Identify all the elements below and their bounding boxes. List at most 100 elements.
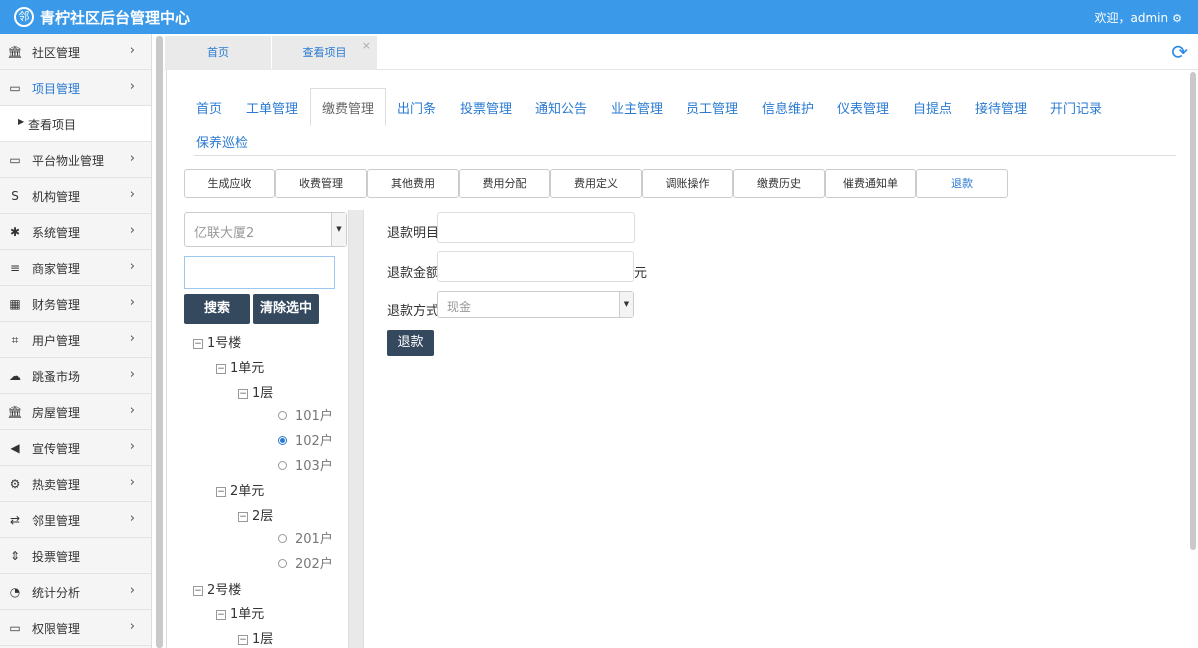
subtab-charge-management[interactable]: 收费管理 (275, 169, 367, 198)
collapse-icon[interactable]: − (238, 635, 248, 645)
tree-leaf-room[interactable]: 201户 (278, 528, 333, 547)
tree-node-unit[interactable]: −2单元 (216, 480, 264, 499)
sidebar-item[interactable]: ⚙ 热卖管理 › (0, 466, 151, 502)
tree-leaf-room[interactable]: 101户 (278, 405, 333, 424)
subtab-other-fees[interactable]: 其他费用 (367, 169, 459, 198)
tree-node-building[interactable]: −1号楼 (193, 332, 241, 351)
subtab-reminder-notice[interactable]: 催费通知单 (825, 169, 916, 198)
user-menu[interactable]: 欢迎，admin ⚙ (1095, 9, 1182, 26)
tree-node-label: 1单元 (230, 361, 265, 376)
chevron-right-icon: › (129, 511, 135, 526)
sidebar-item[interactable]: ⌗ 用户管理 › (0, 322, 151, 358)
sidebar-item[interactable]: ◔ 统计分析 › (0, 574, 151, 610)
collapse-icon[interactable]: − (193, 586, 203, 596)
tree-node-building[interactable]: −2号楼 (193, 579, 241, 598)
nav-tab-owners[interactable]: 业主管理 (611, 98, 663, 117)
nav-tab-voting[interactable]: 投票管理 (460, 98, 512, 117)
sidebar-item[interactable]: 🏛 房屋管理 › (0, 394, 151, 430)
retweet-icon: ⇄ (9, 513, 21, 527)
radio-icon[interactable] (278, 534, 287, 543)
nav-tab-maintenance[interactable]: 保养巡检 (196, 132, 248, 151)
radio-icon[interactable] (278, 559, 287, 568)
search-button[interactable]: 搜索 (184, 294, 250, 324)
tree-leaf-room-selected[interactable]: 102户 (278, 430, 333, 449)
collapse-icon[interactable]: − (216, 364, 226, 374)
sidebar: 🏛 社区管理 › ▭ 项目管理 › ▶ 查看项目 ▭ 平台物业管理 › S 机构管理 › ✱ 系统管理 › ≡ 商家… (0, 34, 152, 648)
nav-tab-notice[interactable]: 通知公告 (535, 98, 587, 117)
sidebar-item[interactable]: ⇕ 投票管理 (0, 538, 151, 574)
desktop-icon: ▭ (9, 621, 21, 635)
collapse-icon[interactable]: − (216, 610, 226, 620)
nav-tab-work-order[interactable]: 工单管理 (246, 98, 298, 117)
collapse-icon[interactable]: − (238, 389, 248, 399)
clear-selection-button[interactable]: 清除选中 (253, 294, 319, 324)
sidebar-item[interactable]: S 机构管理 › (0, 178, 151, 214)
refund-submit-button[interactable]: 退款 (387, 330, 434, 356)
sidebar-item[interactable]: ▭ 平台物业管理 › (0, 142, 151, 178)
refund-item-input[interactable] (437, 212, 635, 243)
sidebar-scrollbar-thumb[interactable] (156, 36, 163, 648)
refund-method-select[interactable]: 现金 ▼ (437, 291, 634, 318)
app-logo-icon: 邻 (14, 7, 34, 27)
radio-icon[interactable] (278, 461, 287, 470)
nav-tab-payment[interactable]: 缴费管理 (310, 88, 387, 126)
sidebar-item-label: 权限管理 (32, 622, 81, 636)
sidebar-item[interactable]: ☁ 跳蚤市场 › (0, 358, 151, 394)
tree-node-floor[interactable]: −1层 (238, 628, 273, 647)
sidebar-subitem[interactable]: ▶ 查看项目 (0, 106, 151, 142)
tree-leaf-room[interactable]: 103户 (278, 455, 333, 474)
gear-icon[interactable]: ⚙ (1172, 12, 1182, 25)
panel-splitter[interactable] (348, 210, 364, 648)
sidebar-item[interactable]: ▭ 权限管理 › (0, 610, 151, 646)
sidebar-item[interactable]: ⇄ 邻里管理 › (0, 502, 151, 538)
nav-tab-home[interactable]: 首页 (196, 98, 222, 117)
sidebar-item[interactable]: 🏛 社区管理 › (0, 34, 151, 70)
sidebar-item[interactable]: ✱ 系统管理 › (0, 214, 151, 250)
content-scrollbar[interactable] (1187, 70, 1198, 648)
refresh-icon[interactable]: ⟳ (1171, 40, 1188, 64)
tree-leaf-room[interactable]: 202户 (278, 553, 333, 572)
sidebar-item[interactable]: ▭ 项目管理 › (0, 70, 151, 106)
cloud-icon: ☁ (9, 369, 21, 383)
refund-amount-input[interactable] (437, 251, 634, 282)
nav-tab-exit-pass[interactable]: 出门条 (397, 98, 436, 117)
close-icon[interactable]: × (362, 29, 371, 63)
subtab-fee-definition[interactable]: 费用定义 (550, 169, 642, 198)
nav-tab-info[interactable]: 信息维护 (762, 98, 814, 117)
sidebar-item-label: 查看项目 (28, 118, 77, 132)
chevron-down-icon[interactable]: ▼ (619, 292, 633, 317)
nav-tabs: 首页 工单管理 缴费管理 出门条 投票管理 通知公告 业主管理 员工管理 信息维… (194, 88, 1176, 156)
tab-view-project[interactable]: 查看项目 × (272, 36, 377, 70)
tree-node-floor[interactable]: −1层 (238, 382, 273, 401)
chevron-right-icon: › (129, 151, 135, 166)
content-scrollbar-thumb[interactable] (1190, 72, 1196, 550)
nav-tab-meters[interactable]: 仪表管理 (837, 98, 889, 117)
sidebar-item[interactable]: ▦ 财务管理 › (0, 286, 151, 322)
subtab-fee-allocation[interactable]: 费用分配 (459, 169, 550, 198)
radio-selected-icon[interactable] (278, 436, 287, 445)
collapse-icon[interactable]: − (216, 487, 226, 497)
tree-search-input[interactable] (184, 256, 335, 289)
chevron-down-icon[interactable]: ▼ (331, 213, 346, 246)
subtab-generate-receivable[interactable]: 生成应收 (184, 169, 275, 198)
subtab-account-adjust[interactable]: 调账操作 (642, 169, 733, 198)
tree-node-unit[interactable]: −1单元 (216, 603, 264, 622)
collapse-icon[interactable]: − (238, 512, 248, 522)
nav-tab-staff[interactable]: 员工管理 (686, 98, 738, 117)
building-select[interactable]: 亿联大厦2 ▼ (184, 212, 347, 247)
subtab-refund[interactable]: 退款 (916, 169, 1008, 198)
collapse-icon[interactable]: − (193, 339, 203, 349)
sidebar-item[interactable]: ◀ 宣传管理 › (0, 430, 151, 466)
nav-tab-door-log[interactable]: 开门记录 (1050, 98, 1102, 117)
subtab-payment-history[interactable]: 缴费历史 (733, 169, 825, 198)
nav-tab-reception[interactable]: 接待管理 (975, 98, 1027, 117)
sidebar-item[interactable]: ≡ 商家管理 › (0, 250, 151, 286)
radio-icon[interactable] (278, 411, 287, 420)
tree-node-label: 2单元 (230, 484, 265, 499)
nav-tab-pickup[interactable]: 自提点 (913, 98, 952, 117)
chevron-right-icon: › (129, 403, 135, 418)
tree-node-floor[interactable]: −2层 (238, 505, 273, 524)
tab-home[interactable]: 首页 (165, 36, 271, 70)
tree-leaf-label: 201户 (295, 532, 333, 547)
tree-node-unit[interactable]: −1单元 (216, 357, 264, 376)
